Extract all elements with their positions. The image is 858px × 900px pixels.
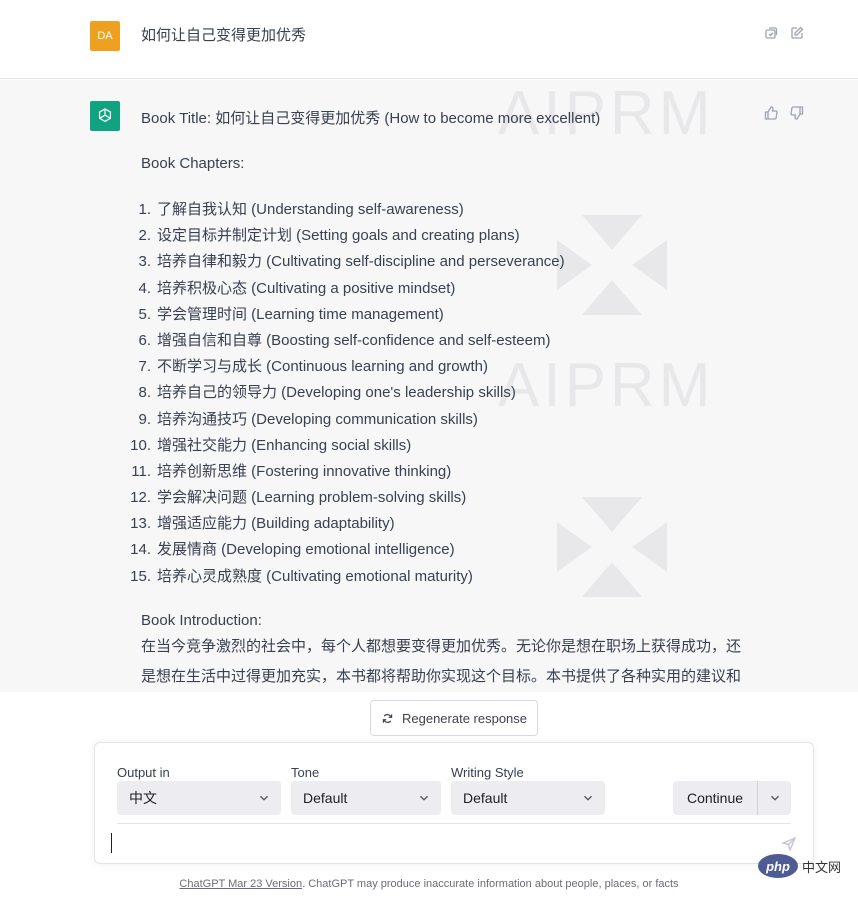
php-badge-text: 中文网: [802, 859, 842, 875]
chapter-item: 10. 增强社交能力 (Enhancing social skills): [130, 433, 747, 459]
chapter-text: 培养自己的领导力 (Developing one's leadership sk…: [157, 384, 516, 402]
chapter-item: 8. 培养自己的领导力 (Developing one's leadership …: [138, 380, 747, 406]
intro-line: 是想在生活中过得更加充实，本书都将帮助你实现这个目标。本书提供了各种实用的建议和: [141, 667, 742, 685]
chapter-number: 1.: [138, 201, 151, 218]
chapter-item: 11. 培养创新思维 (Fostering innovative thinking…: [131, 459, 747, 485]
chapter-number: 15.: [130, 567, 151, 585]
prompt-panel: Output in 中文 Tone Default Writing Style …: [94, 742, 814, 864]
user-message-text: 如何让自己变得更加优秀: [141, 27, 307, 44]
chapter-item: 4. 培养积极心态 (Cultivating a positive mindset…: [138, 276, 747, 302]
refresh-icon: [382, 713, 393, 723]
assistant-message-content: Book Title: 如何让自己变得更加优秀 (How to become m…: [130, 106, 747, 690]
edit-icon[interactable]: [788, 24, 806, 42]
chapter-number: 14.: [130, 541, 151, 559]
chapter-text: 不断学习与成长 (Continuous learning and growth): [157, 358, 488, 376]
chapter-item: 14. 发展情商 (Developing emotional intelligen…: [130, 537, 747, 563]
output-language-value: 中文: [129, 790, 157, 806]
message-input[interactable]: [111, 833, 112, 853]
panel-divider: [117, 823, 791, 824]
chapter-item: 12. 学会解决问题 (Learning problem-solving skil…: [130, 485, 747, 511]
chapters-list: 1. 了解自我认知 (Understanding self-awareness) 2…: [130, 197, 747, 590]
chapter-item: 9. 培养沟通技巧 (Developing communication skill…: [138, 407, 747, 433]
intro-line: 在当今竞争激烈的社会中，每个人都想要变得更加优秀。无论你是想在职场上获得成功，还: [141, 637, 742, 655]
chapter-number: 5.: [138, 305, 151, 323]
chapter-number: 12.: [130, 489, 151, 507]
chapter-number: 8.: [138, 384, 151, 402]
send-icon[interactable]: [781, 835, 797, 851]
tone-value: Default: [303, 790, 348, 806]
chapter-number: 10.: [130, 436, 151, 454]
assistant-message-row: AIPRM AIPRM Book Title: 如何让自己变得更加优秀 (How…: [0, 80, 858, 692]
chapter-item: 3. 培养自律和毅力 (Cultivating self-discipline a…: [138, 249, 747, 275]
continue-button[interactable]: Continue: [673, 790, 757, 806]
copy-icon[interactable]: [762, 24, 780, 42]
thumbs-up-icon[interactable]: [762, 104, 780, 122]
user-avatar: DA: [90, 21, 120, 51]
chevron-down-icon: [770, 795, 779, 801]
user-message-row: DA 如何让自己变得更加优秀: [0, 0, 858, 79]
continue-button-group: Continue: [673, 781, 791, 815]
chevron-down-icon: [584, 795, 592, 801]
chapter-text: 设定目标并制定计划 (Setting goals and creating pl…: [157, 227, 520, 245]
chapter-item: 6. 增强自信和自尊 (Boosting self-confidence and …: [138, 328, 747, 354]
version-link[interactable]: ChatGPT Mar 23 Version: [179, 878, 302, 890]
chapter-item: 15. 培养心灵成熟度 (Cultivating emotional maturi…: [130, 564, 747, 590]
chapter-text: 培养积极心态 (Cultivating a positive mindset): [157, 279, 456, 297]
tone-label: Tone: [291, 765, 320, 780]
chapter-item: 1. 了解自我认知 (Understanding self-awareness): [138, 197, 747, 223]
chapter-text: 培养自律和毅力 (Cultivating self-discipline and…: [157, 253, 565, 271]
chapter-number: 4.: [138, 279, 151, 297]
chapter-number: 11.: [131, 462, 151, 480]
chapter-number: 7.: [138, 358, 151, 376]
footer-disclaimer: ChatGPT Mar 23 Version. ChatGPT may prod…: [0, 878, 858, 890]
thumbs-down-icon[interactable]: [788, 104, 806, 122]
chapter-number: 3.: [138, 253, 151, 271]
tone-select[interactable]: Default: [291, 781, 441, 815]
chapter-number: 6.: [138, 331, 151, 349]
chapter-item: 13. 增强适应能力 (Building adaptability): [130, 511, 747, 537]
output-language-select[interactable]: 中文: [117, 781, 281, 815]
regenerate-label: Regenerate response: [401, 710, 528, 726]
regenerate-button[interactable]: Regenerate response: [370, 700, 538, 736]
chapter-text: 了解自我认知 (Understanding self-awareness): [157, 201, 464, 218]
php-logo: php: [758, 854, 798, 878]
intro-heading: Book Introduction:: [141, 611, 262, 629]
chapter-text: 培养心灵成熟度 (Cultivating emotional maturity): [157, 567, 473, 585]
disclaimer-text: . ChatGPT may produce inaccurate informa…: [302, 878, 679, 890]
writing-style-value: Default: [463, 790, 508, 806]
chevron-down-icon: [420, 795, 428, 801]
chapter-text: 发展情商 (Developing emotional intelligence): [157, 541, 455, 559]
continue-dropdown-button[interactable]: [758, 791, 791, 805]
chapter-number: 13.: [130, 515, 151, 533]
output-label: Output in: [117, 765, 170, 780]
chapter-item: 2. 设定目标并制定计划 (Setting goals and creating …: [138, 223, 747, 249]
chapter-text: 培养沟通技巧 (Developing communication skills): [157, 410, 478, 428]
chapter-text: 学会解决问题 (Learning problem-solving skills): [157, 489, 467, 507]
chapter-text: 增强自信和自尊 (Boosting self-confidence and se…: [157, 331, 551, 349]
chapter-text: 培养创新思维 (Fostering innovative thinking): [157, 462, 452, 480]
php-watermark-badge: php 中文网: [758, 854, 841, 878]
chapter-text: 增强社交能力 (Enhancing social skills): [157, 436, 412, 454]
chapters-heading: Book Chapters:: [141, 155, 245, 172]
chevron-down-icon: [260, 795, 268, 801]
writing-style-label: Writing Style: [451, 765, 524, 780]
chapter-text: 增强适应能力 (Building adaptability): [157, 515, 395, 533]
chapter-text: 学会管理时间 (Learning time management): [157, 305, 444, 323]
chapter-item: 5. 学会管理时间 (Learning time management): [138, 302, 747, 328]
writing-style-select[interactable]: Default: [451, 781, 605, 815]
book-title-line: Book Title: 如何让自己变得更加优秀 (How to become m…: [141, 110, 601, 127]
chatgpt-logo-icon: [90, 101, 120, 131]
chapter-item: 7. 不断学习与成长 (Continuous learning and growt…: [138, 354, 747, 380]
chapter-number: 2.: [138, 227, 151, 245]
chapter-number: 9.: [138, 410, 151, 428]
